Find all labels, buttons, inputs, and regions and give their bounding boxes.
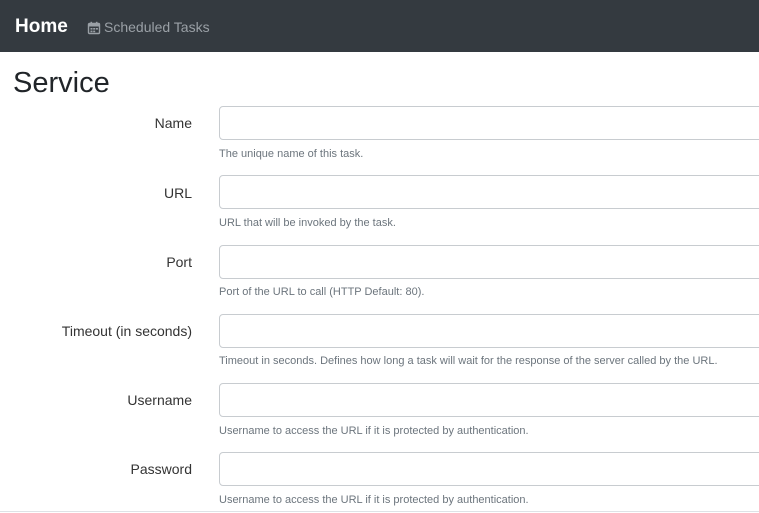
home-link[interactable]: Home bbox=[15, 15, 68, 39]
scheduled-tasks-link[interactable]: Scheduled Tasks bbox=[87, 17, 210, 37]
port-label: Port bbox=[166, 254, 192, 270]
page-title: Service bbox=[13, 67, 110, 99]
url-label: URL bbox=[163, 185, 192, 201]
username-label: Username bbox=[127, 392, 192, 408]
calendar-icon bbox=[87, 20, 101, 35]
username-help-text: Username to access the URL if it is prot… bbox=[219, 425, 529, 437]
timeout-input[interactable] bbox=[219, 314, 759, 348]
url-help-text: URL that will be invoked by the task. bbox=[219, 217, 396, 229]
scheduled-tasks-label: Scheduled Tasks bbox=[104, 19, 210, 35]
password-label: Password bbox=[130, 461, 192, 477]
password-input[interactable] bbox=[219, 452, 759, 486]
password-help-text: Username to access the URL if it is prot… bbox=[219, 494, 529, 506]
divider bbox=[0, 511, 759, 512]
top-navbar: Home Scheduled Tasks bbox=[0, 0, 759, 52]
name-help-text: The unique name of this task. bbox=[219, 148, 364, 160]
url-input[interactable] bbox=[219, 175, 759, 209]
name-input[interactable] bbox=[219, 106, 759, 140]
port-help-text: Port of the URL to call (HTTP Default: 8… bbox=[219, 286, 425, 298]
port-input[interactable] bbox=[219, 245, 759, 279]
timeout-help-text: Timeout in seconds. Defines how long a t… bbox=[219, 355, 718, 367]
timeout-label: Timeout (in seconds) bbox=[61, 323, 192, 339]
name-label: Name bbox=[154, 115, 192, 131]
username-input[interactable] bbox=[219, 383, 759, 417]
